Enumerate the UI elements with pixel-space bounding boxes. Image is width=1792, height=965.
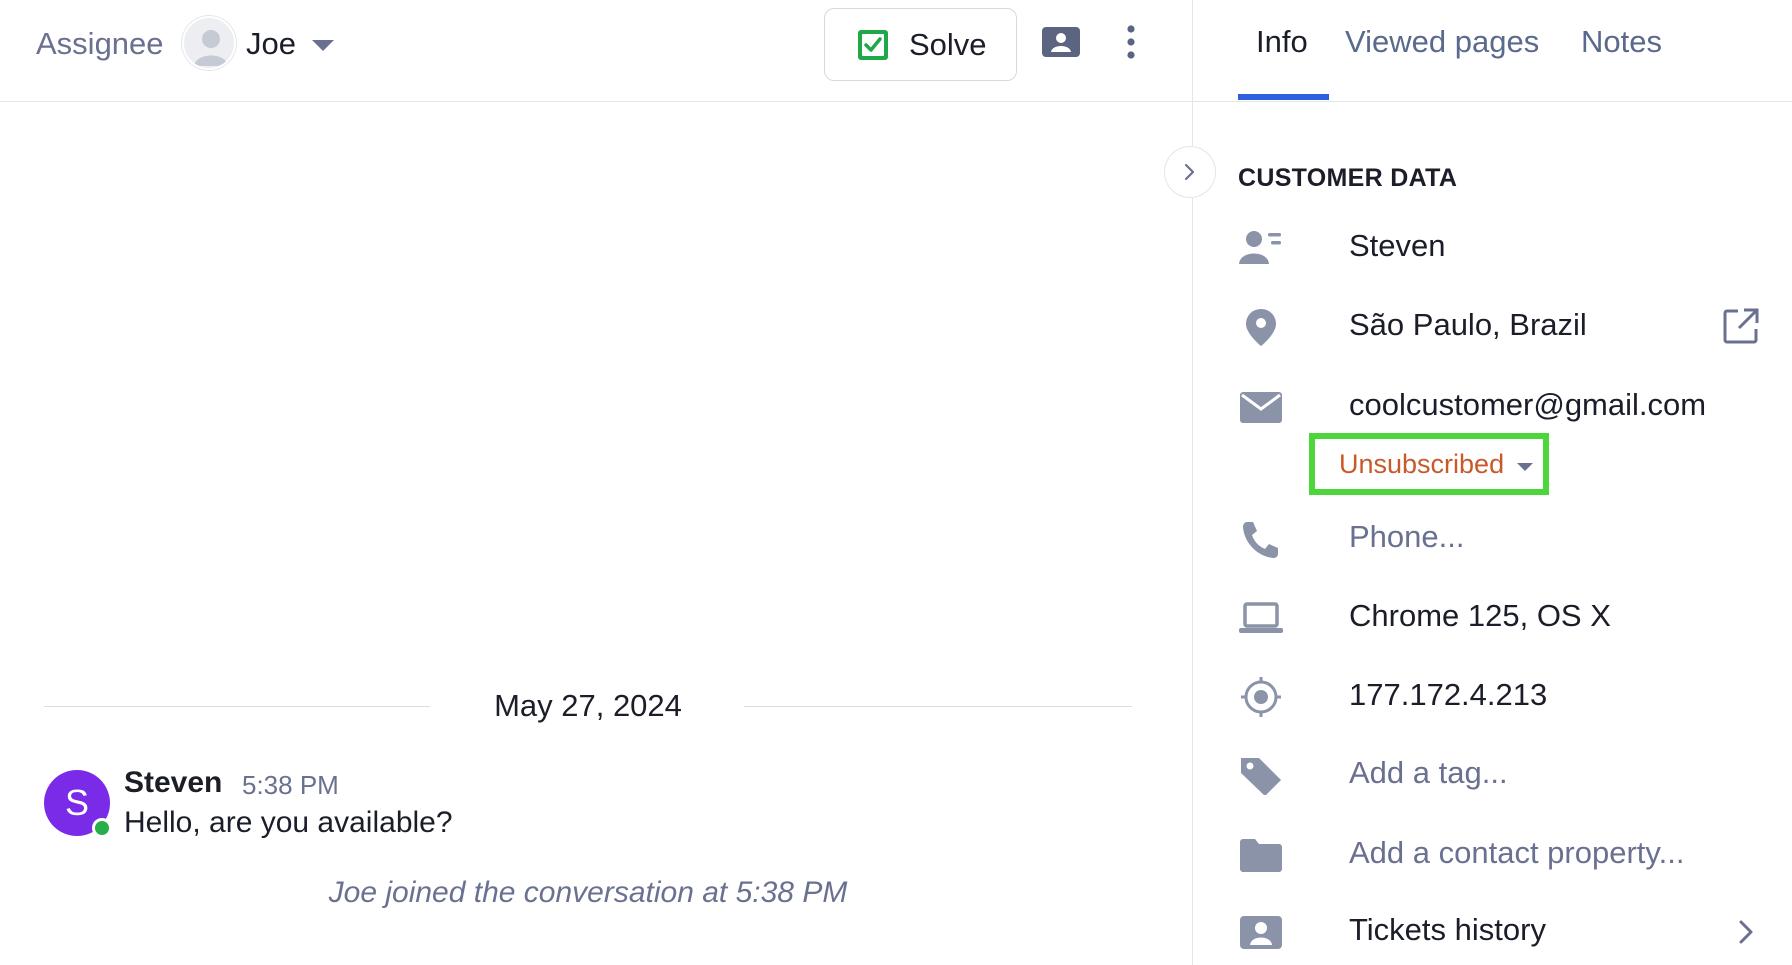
add-contact-property-field[interactable]: Add a contact property... — [1349, 835, 1684, 871]
tab-info[interactable]: Info — [1256, 24, 1308, 60]
section-title: CUSTOMER DATA — [1238, 164, 1458, 192]
ticket-icon[interactable] — [1041, 25, 1081, 59]
message-time: 5:38 PM — [242, 770, 339, 800]
subscription-status-dropdown[interactable]: Unsubscribed — [1309, 433, 1549, 495]
sidebar-tabs: Info Viewed pages Notes — [1193, 0, 1792, 102]
date-divider: May 27, 2024 — [44, 686, 1132, 726]
customer-browser: Chrome 125, OS X — [1349, 598, 1611, 633]
conversation-pane: Assignee Joe Solve May 27, 2024 S Steven… — [0, 0, 1192, 965]
contact-property-row[interactable]: Add a contact property... — [1238, 829, 1768, 879]
phone-field[interactable]: Phone... — [1349, 519, 1464, 555]
collapse-sidebar-button[interactable] — [1164, 146, 1216, 198]
message-text: Hello, are you available? — [124, 806, 453, 839]
external-link-icon[interactable] — [1722, 307, 1760, 345]
location-row: São Paulo, Brazil — [1238, 301, 1768, 351]
tab-viewed-pages[interactable]: Viewed pages — [1345, 24, 1539, 60]
laptop-icon — [1239, 602, 1283, 633]
tag-icon — [1241, 758, 1281, 795]
conversation-toolbar: Assignee Joe Solve — [0, 0, 1192, 102]
phone-row[interactable]: Phone... — [1238, 513, 1768, 563]
browser-row: Chrome 125, OS X — [1238, 592, 1768, 642]
message: S Steven 5:38 PM Hello, are you availabl… — [44, 766, 944, 850]
customer-location: São Paulo, Brazil — [1349, 307, 1587, 342]
crosshair-icon — [1241, 677, 1281, 717]
solve-button[interactable]: Solve — [824, 8, 1017, 81]
email-row[interactable]: coolcustomer@gmail.com — [1238, 381, 1768, 431]
customer-ip: 177.172.4.213 — [1349, 677, 1548, 712]
folder-icon — [1240, 839, 1282, 872]
checkbox-checked-icon — [858, 29, 888, 60]
system-note: Joe joined the conversation at 5:38 PM — [328, 876, 848, 909]
divider-line — [744, 706, 1132, 707]
assignee-name[interactable]: Joe — [246, 26, 296, 62]
chevron-right-icon — [1739, 920, 1753, 944]
tickets-history-label: Tickets history — [1349, 912, 1546, 947]
ticket-icon — [1240, 916, 1282, 949]
active-tab-indicator — [1238, 94, 1329, 100]
mail-icon — [1240, 392, 1282, 423]
assignee-avatar[interactable] — [182, 16, 236, 70]
solve-label: Solve — [909, 26, 987, 62]
add-tag-field[interactable]: Add a tag... — [1349, 755, 1508, 791]
chevron-down-icon — [1517, 463, 1533, 471]
chevron-down-icon[interactable] — [312, 40, 334, 51]
location-pin-icon — [1246, 309, 1276, 346]
online-status-dot — [92, 818, 112, 838]
contact-card-icon — [1239, 231, 1281, 264]
customer-name: Steven — [1349, 228, 1446, 263]
tag-row[interactable]: Add a tag... — [1238, 749, 1768, 799]
subscription-status: Unsubscribed — [1339, 449, 1505, 479]
chevron-right-icon — [1184, 163, 1195, 181]
tab-notes[interactable]: Notes — [1581, 24, 1662, 60]
more-vertical-icon[interactable] — [1124, 24, 1138, 60]
user-placeholder-icon — [194, 30, 228, 66]
customer-email: coolcustomer@gmail.com — [1349, 387, 1707, 422]
tickets-history-row[interactable]: Tickets history — [1238, 906, 1768, 956]
message-author: Steven — [124, 766, 223, 799]
assignee-label: Assignee — [36, 26, 164, 61]
customer-name-row[interactable]: Steven — [1238, 222, 1768, 272]
ip-row: 177.172.4.213 — [1238, 671, 1768, 721]
phone-icon — [1243, 522, 1278, 558]
